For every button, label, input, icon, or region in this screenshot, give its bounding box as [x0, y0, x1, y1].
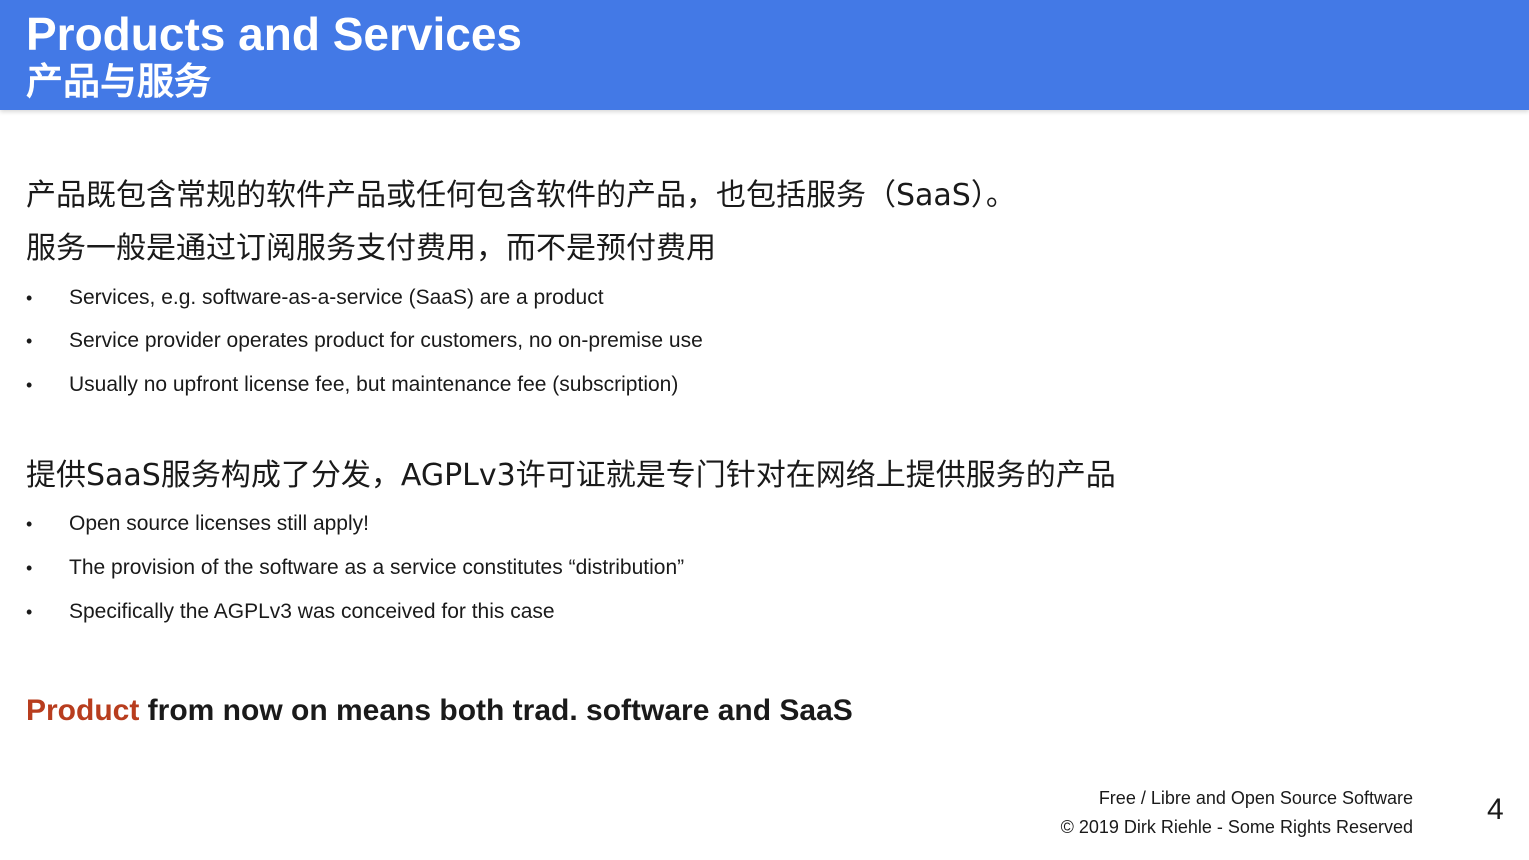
- bullet-dot-icon: •: [26, 331, 33, 351]
- summary-statement: Product from now on means both trad. sof…: [26, 692, 853, 730]
- slide-footer: Free / Libre and Open Source Software © …: [1061, 784, 1413, 842]
- bullet-text: Usually no upfront license fee, but main…: [69, 373, 679, 396]
- bullet-text: Service provider operates product for cu…: [69, 329, 703, 352]
- slide-title-english: Products and Services: [26, 8, 522, 60]
- bullet-dot-icon: •: [26, 375, 33, 395]
- bullet-text: The provision of the software as a servi…: [69, 556, 685, 579]
- page-number: 4: [1487, 793, 1504, 826]
- summary-rest-text: from now on means both trad. software an…: [139, 694, 853, 727]
- bullet-text: Specifically the AGPLv3 was conceived fo…: [69, 600, 555, 623]
- bullet-dot-icon: •: [26, 514, 33, 534]
- bullet-text: Open source licenses still apply!: [69, 512, 369, 535]
- footer-copyright: © 2019 Dirk Riehle - Some Rights Reserve…: [1060, 817, 1413, 837]
- bullet-dot-icon: •: [26, 288, 33, 308]
- footer-course-name: Free / Libre and Open Source Software: [1098, 788, 1413, 808]
- bullet-text: Services, e.g. software-as-a-service (Sa…: [69, 286, 604, 309]
- slide-header: Products and Services 产品与服务: [0, 0, 1529, 110]
- bullet-dot-icon: •: [26, 602, 33, 622]
- bullet-dot-icon: •: [26, 558, 33, 578]
- slide-title-chinese: 产品与服务: [26, 60, 211, 103]
- summary-accent-word: Product: [26, 694, 140, 727]
- section1-heading-line1: 产品既包含常规的软件产品或任何包含软件的产品，也包括服务（SaaS）。: [26, 178, 1016, 213]
- section2-heading: 提供SaaS服务构成了分发，AGPLv3许可证就是专门针对在网络上提供服务的产品: [26, 458, 1116, 493]
- section1-heading-line2: 服务一般是通过订阅服务支付费用，而不是预付费用: [26, 231, 716, 266]
